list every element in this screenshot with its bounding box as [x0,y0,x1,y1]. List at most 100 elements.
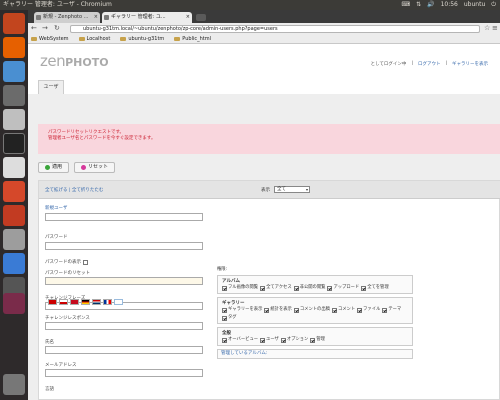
right-tags[interactable]: タグ [222,315,237,321]
language-label: 言語 [45,387,54,392]
forward-icon[interactable]: → [42,25,48,32]
logout-link[interactable]: ログアウト [418,61,441,67]
view-gallery-link[interactable]: ギャラリーを表示 [452,61,488,67]
bookmark-public-html[interactable]: Public_html [174,36,211,42]
right-options[interactable]: オプション [280,337,308,343]
flag-en-icon[interactable] [114,299,123,305]
chromium-icon[interactable] [3,61,25,82]
calc-icon[interactable] [3,253,25,274]
email-input[interactable] [45,369,203,377]
text-editor-icon[interactable] [3,85,25,106]
admin-rights-group: 全般 オーバービュー ユーザ オプション 管理 [217,327,413,346]
right-files[interactable]: ファイル [357,307,380,313]
flag-tw-icon[interactable] [59,299,68,305]
bookmark-localhost[interactable]: Localhost [78,36,110,42]
flag-cn-icon[interactable] [48,299,57,305]
document-icon[interactable] [3,109,25,130]
system-tray[interactable]: ⌨ ⇅ 🔊 10:56 ubuntu ⏻ [401,0,496,10]
right-users[interactable]: ユーザ [260,337,279,343]
action-buttons: 適用 リセット [38,162,116,173]
power-icon[interactable]: ⏻ [491,0,496,10]
show-password[interactable]: パスワードの表示 [45,259,88,265]
right-post-comment[interactable]: コメントの出稿 [293,307,330,313]
keyboard-icon[interactable]: ⌨ [401,0,410,10]
zenphoto-logo[interactable]: zenPHOTO [40,52,109,70]
app-icon[interactable] [3,293,25,314]
toolbar: ← → ↻ ubuntu-g31tm.local/~ubuntu/zenphot… [28,23,500,34]
tab-admin-users[interactable]: ギャラリー 管理者: ユ... × [102,12,192,23]
flag-fr-icon[interactable] [103,299,112,305]
flag-dk-icon[interactable] [70,299,79,305]
check-icon [45,165,50,170]
firefox-icon[interactable] [3,37,25,58]
settings-icon[interactable] [3,205,25,226]
star-icon[interactable]: ☆ [484,25,490,32]
rights-title: 権限: [217,267,228,272]
right-comment[interactable]: コメント [331,307,355,313]
tab-zenphoto[interactable]: 新規 - Zenphoto ... × [34,12,100,23]
trash-icon[interactable] [3,374,25,395]
close-icon[interactable]: × [186,12,190,23]
gallery-rights-group: ギャラリー ギャラリーを表示 統計を表示 コメントの出稿 コメント ファイル テ… [217,297,413,324]
challenge-response-input[interactable] [45,322,203,330]
expand-all-link[interactable]: 全て拡げる [45,188,68,193]
right-admin[interactable]: 管理 [310,337,325,343]
close-icon[interactable]: × [94,12,98,23]
show-select[interactable]: 全て [274,186,310,193]
menu-icon[interactable]: ≡ [492,25,498,32]
bookmarks-bar: WebSystem Localhost ubuntu-g31tm Public_… [28,34,500,44]
apply-button[interactable]: 適用 [38,162,70,173]
right-full-image[interactable]: フル画像の閲覧 [222,285,258,291]
back-icon[interactable]: ← [31,25,37,32]
password-reset-alert: パスワードリセットリクエストです。 管理者ユーザ名とパスワードを今すぐ設定できま… [38,124,500,154]
show-filter: 表示 全て [261,186,310,193]
tab-users[interactable]: ユーザ [38,80,64,94]
page-content: zenPHOTO としてログイン中 | ログアウト | ギャラリーを表示 ユーザ… [28,44,500,400]
volume-icon[interactable]: 🔊 [427,0,434,10]
network-icon[interactable]: ⇅ [416,0,421,10]
password-input[interactable] [45,242,203,250]
reset-icon [81,165,87,170]
right-manage-all[interactable]: 全てを管理 [361,285,389,291]
bookmark-websystem[interactable]: WebSystem [31,36,69,42]
ubuntu-software-icon[interactable] [3,181,25,202]
right-view-private[interactable]: 非公開の閲覧 [293,285,325,291]
new-tab-button[interactable] [196,14,206,21]
flag-de-icon[interactable] [81,299,90,305]
header-links: としてログイン中 | ログアウト | ギャラリーを表示 [370,61,488,67]
files-icon[interactable] [3,13,25,34]
name-input[interactable] [45,346,203,354]
system-top-bar: ギャラリー 管理者: ユーザ - Chromium ⌨ ⇅ 🔊 10:56 ub… [0,0,500,10]
libreoffice-icon[interactable] [3,229,25,250]
challenge-response-label: チャレンジレスポンス [45,316,90,321]
managed-albums-link[interactable]: 管理しているアルバム: [217,349,413,359]
folder-icon [120,36,127,41]
right-view-gallery[interactable]: ギャラリーを表示 [222,307,262,313]
tab-strip: 新規 - Zenphoto ... × ギャラリー 管理者: ユ... × [28,10,500,23]
right-themes[interactable]: テーマ [382,307,401,313]
launcher [0,10,28,400]
right-overview[interactable]: オーバービュー [222,337,258,343]
bookmark-ubuntu[interactable]: ubuntu-g31tm [120,36,164,42]
expand-collapse-links: 全て拡げる | 全て折りたたむ [45,188,104,193]
new-user-link[interactable]: 新規ユーザ [45,205,67,211]
right-upload[interactable]: アップロード [327,285,359,291]
flag-nl-icon[interactable] [92,299,101,305]
clock[interactable]: 10:56 [441,0,458,10]
password-reset-input[interactable] [45,277,203,285]
reload-icon[interactable]: ↻ [54,25,60,32]
new-user-input[interactable] [45,213,203,221]
right-all-access[interactable]: 全てアクセス [260,285,292,291]
show-password-checkbox[interactable] [83,259,88,265]
user-name[interactable]: ubuntu [464,0,485,10]
address-bar[interactable]: ubuntu-g31tm.local/~ubuntu/zenphoto/zp-c… [70,24,480,33]
terminal-icon[interactable] [3,133,25,154]
reset-button[interactable]: リセット [74,162,116,173]
browser-window: 新規 - Zenphoto ... × ギャラリー 管理者: ユ... × ← … [28,10,500,400]
right-view-stats[interactable]: 統計を表示 [264,307,292,313]
password-reset-label: パスワードのリセット [45,271,90,276]
writer-icon[interactable] [3,157,25,178]
show-label: 表示 [261,187,270,193]
password-label: パスワード [45,235,68,240]
collapse-all-link[interactable]: 全て折りたたむ [72,188,104,193]
